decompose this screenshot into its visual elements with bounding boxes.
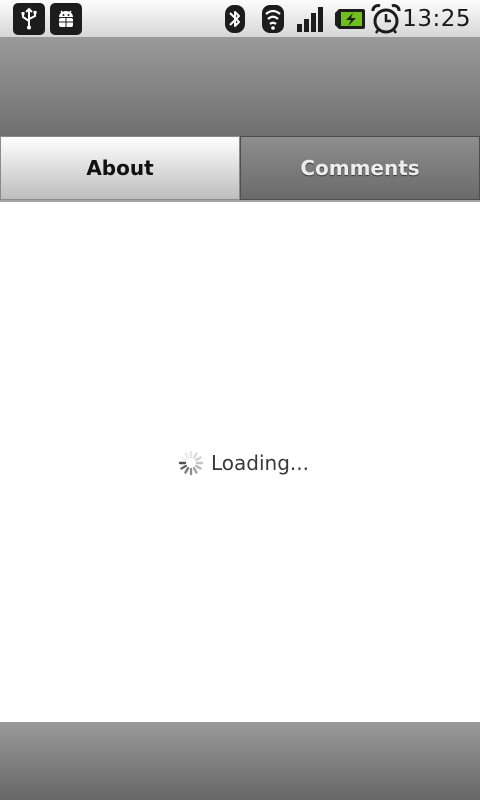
tab-about-label: About [86, 156, 154, 180]
signal-icon [295, 3, 327, 35]
tab-about[interactable]: About [0, 136, 240, 200]
usb-icon[interactable] [13, 3, 45, 35]
android-debug-icon[interactable] [50, 3, 82, 35]
bottom-bar [0, 722, 480, 800]
battery-charging-icon [333, 3, 367, 35]
bluetooth-icon [222, 3, 248, 35]
alarm-clock-icon [370, 3, 402, 35]
app-screen: 13:25 About Comments Loading... [0, 0, 480, 800]
wifi-icon [259, 3, 287, 35]
tab-comments-label: Comments [300, 156, 420, 180]
loading-text: Loading... [211, 451, 309, 475]
content-area: Loading... [0, 202, 480, 722]
tab-bar: About Comments [0, 136, 480, 200]
status-bar: 13:25 [0, 0, 480, 38]
spinner-icon [178, 450, 204, 476]
tab-comments[interactable]: Comments [240, 136, 480, 200]
status-clock: 13:25 [402, 6, 471, 32]
title-area [0, 38, 480, 136]
loading-indicator: Loading... [178, 450, 309, 476]
